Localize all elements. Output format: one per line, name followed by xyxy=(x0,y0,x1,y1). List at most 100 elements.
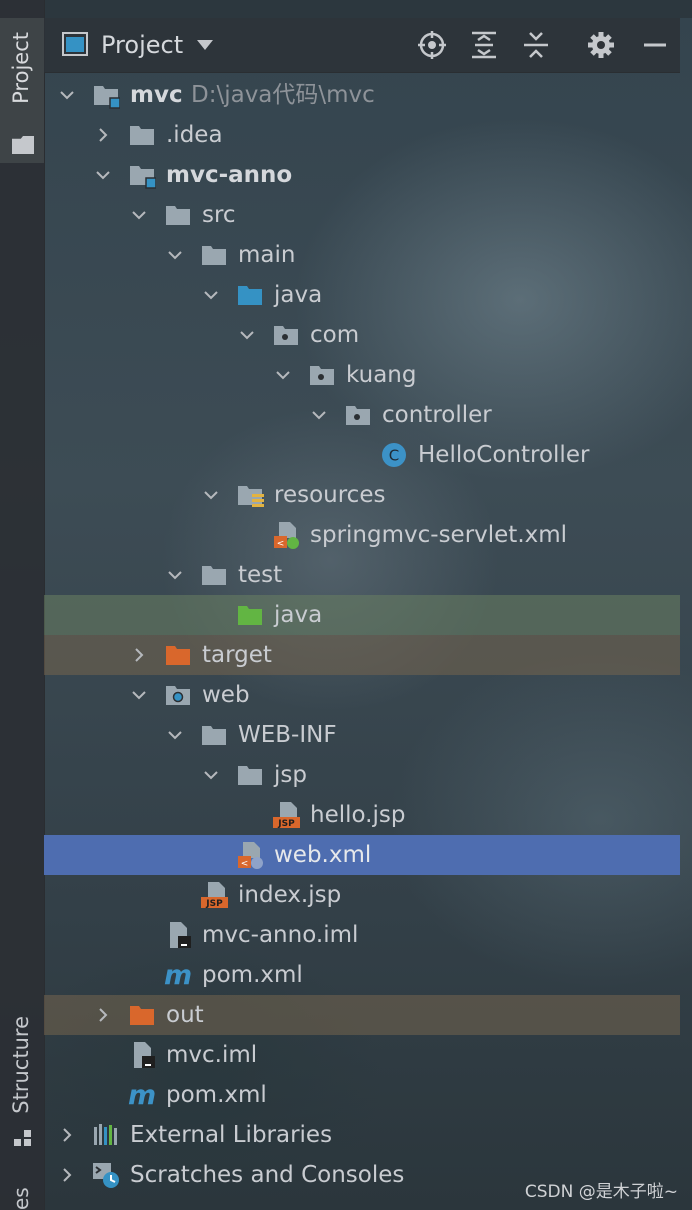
project-tree: mvc D:\java代码\mvc .idea mvc-anno src mai… xyxy=(44,75,680,1210)
tree-row-mvc[interactable]: mvc D:\java代码\mvc xyxy=(44,75,680,115)
chevron-down-icon[interactable] xyxy=(196,39,214,51)
tree-row-test-java[interactable]: java xyxy=(44,595,680,635)
tree-label: HelloController xyxy=(418,442,590,468)
maven-icon: m xyxy=(128,1081,156,1109)
folder-icon xyxy=(202,566,226,585)
library-icon xyxy=(94,1124,117,1145)
package-icon xyxy=(274,326,298,345)
tree-row-web-inf[interactable]: WEB-INF xyxy=(44,715,680,755)
chevron-down-icon[interactable] xyxy=(166,726,184,744)
svg-text:C: C xyxy=(389,447,399,465)
tree-row-mvc-anno-iml[interactable]: mvc-anno.iml xyxy=(44,915,680,955)
tree-row-java[interactable]: java xyxy=(44,275,680,315)
folder-icon xyxy=(202,246,226,265)
tree-row-jsp[interactable]: jsp xyxy=(44,755,680,795)
tree-row-hello-jsp[interactable]: JSP hello.jsp xyxy=(44,795,680,835)
excluded-folder-icon xyxy=(166,646,190,665)
tree-label: java xyxy=(274,602,323,628)
tree-label: mvc.iml xyxy=(166,1042,258,1068)
svg-text:m: m xyxy=(128,1081,156,1109)
tree-row-springmvc-servlet-xml[interactable]: < springmvc-servlet.xml xyxy=(44,515,680,555)
tree-label: java xyxy=(274,282,323,308)
tree-row-web[interactable]: web xyxy=(44,675,680,715)
tree-label: kuang xyxy=(346,362,417,388)
tree-label: out xyxy=(166,1002,204,1028)
chevron-right-icon[interactable] xyxy=(94,1006,112,1024)
tree-row-module-pom[interactable]: m pom.xml xyxy=(44,955,680,995)
tree-label: WEB-INF xyxy=(238,722,337,748)
iml-file-icon xyxy=(134,1042,155,1068)
bottom-tool-label[interactable]: es xyxy=(9,1180,33,1210)
tree-row-kuang[interactable]: kuang xyxy=(44,355,680,395)
tree-row-target[interactable]: target xyxy=(44,635,680,675)
chevron-right-icon[interactable] xyxy=(58,1166,76,1184)
excluded-folder-icon xyxy=(130,1006,154,1025)
project-tool-label: Project xyxy=(9,32,33,104)
project-view-title[interactable]: Project xyxy=(101,31,183,59)
collapse-all-icon[interactable] xyxy=(521,30,551,60)
tree-row-com[interactable]: com xyxy=(44,315,680,355)
svg-text:<: < xyxy=(241,859,249,869)
maven-icon: m xyxy=(164,961,192,989)
gear-icon[interactable] xyxy=(586,30,616,60)
tree-label: mvc xyxy=(130,82,183,108)
tree-row-test[interactable]: test xyxy=(44,555,680,595)
project-tool-button[interactable]: Project xyxy=(0,18,44,163)
structure-tool-label: Structure xyxy=(9,1016,33,1114)
scratches-icon xyxy=(93,1163,119,1188)
tree-label: resources xyxy=(274,482,386,508)
chevron-down-icon[interactable] xyxy=(238,326,256,344)
chevron-down-icon[interactable] xyxy=(94,166,112,184)
tree-label: pom.xml xyxy=(166,1082,267,1108)
chevron-down-icon[interactable] xyxy=(130,686,148,704)
structure-tool-button[interactable]: Structure xyxy=(0,1010,44,1150)
project-view-icon xyxy=(62,32,88,56)
tree-row-main[interactable]: main xyxy=(44,235,680,275)
tree-row-resources[interactable]: resources xyxy=(44,475,680,515)
tree-row-controller[interactable]: controller xyxy=(44,395,680,435)
folder-icon xyxy=(202,726,226,745)
resources-root-icon xyxy=(238,486,264,507)
iml-file-icon xyxy=(170,922,191,948)
web-folder-icon xyxy=(166,686,190,705)
tree-row-src[interactable]: src xyxy=(44,195,680,235)
structure-icon xyxy=(14,1130,31,1146)
module-path: D:\java代码\mvc xyxy=(191,82,375,108)
tree-row-out[interactable]: out xyxy=(44,995,680,1035)
tree-row-mvc-anno[interactable]: mvc-anno xyxy=(44,155,680,195)
chevron-right-icon[interactable] xyxy=(94,126,112,144)
tree-label: Scratches and Consoles xyxy=(130,1162,405,1188)
chevron-down-icon[interactable] xyxy=(202,486,220,504)
tree-label: com xyxy=(310,322,360,348)
chevron-down-icon[interactable] xyxy=(58,86,76,104)
chevron-right-icon[interactable] xyxy=(130,646,148,664)
source-root-icon xyxy=(238,286,262,305)
tree-row-index-jsp[interactable]: JSP index.jsp xyxy=(44,875,680,915)
tree-label: .idea xyxy=(166,122,223,148)
locate-icon[interactable] xyxy=(417,30,447,60)
xml-file-icon: < xyxy=(274,522,299,549)
package-icon xyxy=(310,366,334,385)
chevron-right-icon[interactable] xyxy=(58,1126,76,1144)
chevron-down-icon[interactable] xyxy=(202,286,220,304)
jsp-badge: JSP xyxy=(277,819,295,829)
tree-row-mvc-iml[interactable]: mvc.iml xyxy=(44,1035,680,1075)
tree-row-idea[interactable]: .idea xyxy=(44,115,680,155)
chevron-down-icon[interactable] xyxy=(274,366,292,384)
expand-all-icon[interactable] xyxy=(469,30,499,60)
tree-row-web-xml[interactable]: < web.xml xyxy=(44,835,680,875)
tree-label: index.jsp xyxy=(238,882,342,908)
tree-label: pom.xml xyxy=(202,962,303,988)
tree-label: controller xyxy=(382,402,492,428)
chevron-down-icon[interactable] xyxy=(130,206,148,224)
minimize-icon[interactable] xyxy=(640,30,670,60)
tree-row-hello-controller[interactable]: C HelloController xyxy=(44,435,680,475)
tree-row-external-libraries[interactable]: External Libraries xyxy=(44,1115,680,1155)
chevron-down-icon[interactable] xyxy=(310,406,328,424)
chevron-down-icon[interactable] xyxy=(166,246,184,264)
chevron-down-icon[interactable] xyxy=(166,566,184,584)
tree-row-root-pom[interactable]: m pom.xml xyxy=(44,1075,680,1115)
jsp-file-icon: JSP xyxy=(273,802,300,829)
folder-icon xyxy=(130,126,154,145)
chevron-down-icon[interactable] xyxy=(202,766,220,784)
